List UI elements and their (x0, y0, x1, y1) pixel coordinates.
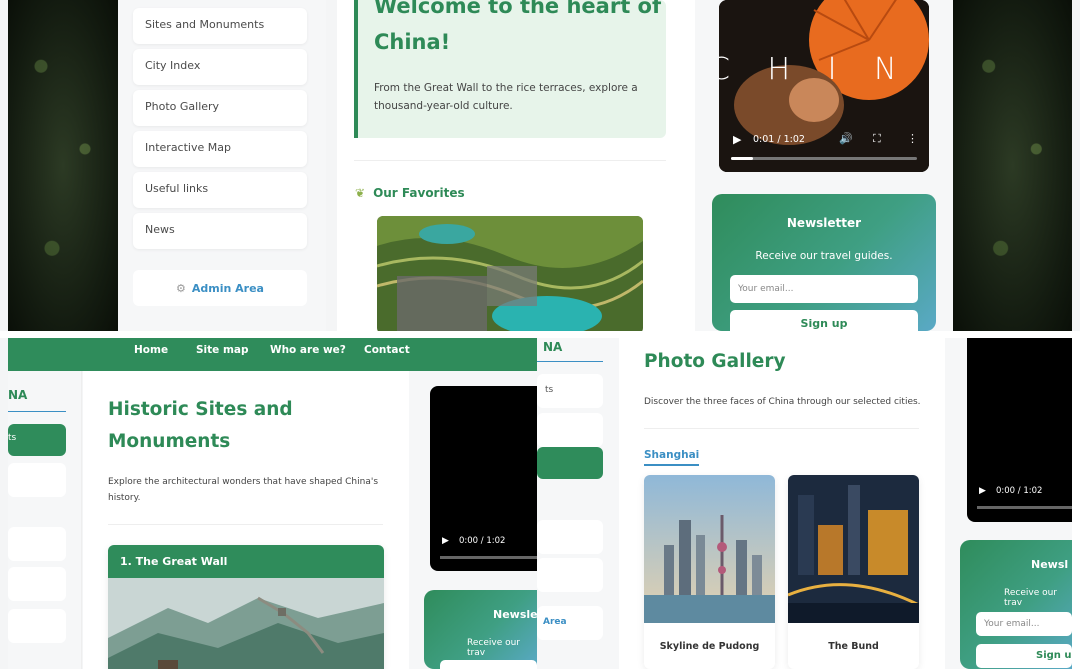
volume-icon[interactable]: 🔊 (839, 132, 853, 145)
admin-area-link[interactable]: Area (537, 606, 603, 640)
historic-sites-panel: Home Site map Who are we? Contact NA ts … (0, 338, 537, 669)
favorites-image-rice-terraces (377, 216, 643, 331)
great-wall-image (108, 578, 384, 669)
nav-who-are-we[interactable]: Who are we? (270, 344, 346, 356)
video-progress-track[interactable] (440, 556, 537, 559)
email-field[interactable]: Your email... (976, 612, 1072, 636)
newsletter-text: Receive our trav (467, 638, 521, 658)
top-navbar: Home Site map Who are we? Contact (8, 338, 537, 371)
newsletter-title: Newslet (493, 608, 537, 621)
main-content: Historic Sites and Monuments Explore the… (83, 371, 409, 669)
photo-caption: The Bund (828, 641, 879, 652)
page-text-line1: Explore the architectural wonders that h… (108, 477, 379, 487)
pudong-skyline-image (644, 475, 775, 623)
fullscreen-icon[interactable]: ⛶ (873, 132, 881, 146)
sidebar-item-news[interactable]: News (133, 213, 307, 249)
newsletter-card: Newsletter Receive our travel guides. Yo… (712, 194, 936, 331)
admin-area-link[interactable]: ⚙ Admin Area (133, 270, 307, 306)
sidebar-item[interactable]: ts (537, 374, 603, 408)
page-title-line2: Monuments (108, 431, 231, 452)
page-text-line2: history. (108, 493, 141, 503)
newsletter-title: Newsl (1031, 558, 1069, 571)
sidebar-item-photo-gallery[interactable]: Photo Gallery (133, 90, 307, 126)
page-title-line1: Historic Sites and (108, 399, 293, 420)
photo-gallery-panel: NA ts Area Photo Gallery Discover the th… (537, 338, 1072, 669)
sidebar-item-sites[interactable]: Sites and Monuments (133, 8, 307, 44)
newsletter-text: Receive our trav (1004, 588, 1058, 608)
sidebar-item[interactable] (537, 520, 603, 554)
nav-home[interactable]: Home (134, 344, 168, 356)
play-icon[interactable]: ▶ (733, 133, 741, 146)
sidebar-item[interactable] (8, 527, 66, 561)
favorites-title: Our Favorites (373, 186, 465, 200)
newsletter-text: Receive our travel guides. (755, 250, 893, 262)
email-field[interactable]: Your email... (730, 275, 918, 303)
hero-box: Welcome to the heart of China! From the … (354, 0, 666, 138)
video-progress-track[interactable] (977, 506, 1072, 509)
sidebar-item[interactable] (537, 558, 603, 592)
divider (108, 524, 383, 525)
gear-icon: ⚙ (176, 281, 186, 295)
tab-shanghai[interactable]: Shanghai (644, 449, 700, 466)
sidebar-item[interactable] (537, 413, 603, 447)
sidebar-item-city-index[interactable]: City Index (133, 49, 307, 85)
hero-title-line2: China! (374, 30, 451, 54)
nav-site-map[interactable]: Site map (196, 344, 249, 356)
nav-contact[interactable]: Contact (364, 344, 410, 356)
main-content: Photo Gallery Discover the three faces o… (619, 338, 945, 669)
play-icon[interactable]: ▶ (442, 536, 449, 546)
sidebar-item[interactable] (8, 463, 66, 497)
video-player[interactable]: ▶ 0:00 / 1:02 (967, 338, 1072, 522)
signup-button[interactable]: Sign up (730, 310, 918, 331)
sidebar-item-useful-links[interactable]: Useful links (133, 172, 307, 208)
page-subtitle: Discover the three faces of China throug… (644, 397, 921, 407)
main-content: Welcome to the heart of China! From the … (337, 0, 695, 331)
sidebar-heading: NA (8, 388, 28, 402)
hero-text-line1: From the Great Wall to the rice terraces… (374, 82, 638, 94)
page-title: Photo Gallery (644, 351, 786, 372)
photo-card[interactable]: Skyline de Pudong (644, 475, 775, 669)
video-time: 0:00 / 1:02 (996, 486, 1043, 496)
site-card: 1. The Great Wall (108, 545, 384, 669)
top-panel: Sites and Monuments City Index Photo Gal… (0, 0, 1080, 331)
sidebar-item-sites-active[interactable]: ts (8, 424, 66, 456)
photo-caption: Skyline de Pudong (659, 641, 760, 652)
video-progress-fill (731, 157, 754, 160)
sidebar: NA ts Area (537, 338, 619, 669)
play-icon[interactable]: ▶ (979, 486, 986, 496)
sidebar-heading-underline (537, 361, 603, 362)
sidebar-item-active[interactable] (537, 447, 603, 479)
newsletter-card: Newslet Receive our trav (424, 590, 537, 669)
the-bund-image (788, 475, 919, 623)
admin-area-label: Admin Area (191, 281, 264, 295)
video-time: 0:00 / 1:02 (459, 536, 506, 546)
sidebar-item[interactable] (8, 567, 66, 601)
hero-text-line2: thousand-year-old culture. (374, 100, 513, 112)
favorites-heading: ❦ Our Favorites (355, 186, 465, 200)
signup-button[interactable]: Sign u (976, 644, 1072, 668)
sidebar-heading: NA (543, 340, 563, 354)
divider (354, 160, 666, 161)
more-options-icon[interactable]: ⋮ (907, 132, 918, 145)
newsletter-title: Newsletter (786, 216, 862, 230)
hero-title-line1: Welcome to the heart of (374, 0, 662, 18)
forest-background-right (953, 0, 1072, 331)
sidebar-item[interactable] (8, 609, 66, 643)
video-player[interactable]: C H I N A ▶ 0:01 / 1:02 🔊 ⛶ ⋮ (719, 0, 929, 172)
sidebar: NA ts (8, 371, 82, 669)
forest-background-left (8, 0, 118, 331)
divider (644, 428, 919, 429)
photo-card[interactable]: The Bund (788, 475, 919, 669)
leaf-icon: ❦ (355, 186, 366, 200)
sidebar-item-interactive-map[interactable]: Interactive Map (133, 131, 307, 167)
video-progress-track[interactable] (731, 157, 917, 160)
video-time: 0:01 / 1:02 (753, 134, 805, 145)
video-overlay-text: C H I N A (719, 52, 929, 87)
sidebar-heading-underline (8, 411, 66, 412)
newsletter-card: Newsl Receive our trav Your email... Sig… (960, 540, 1072, 669)
email-field[interactable] (440, 660, 537, 669)
video-player[interactable]: ▶ 0:00 / 1:02 (430, 386, 537, 571)
site-card-header: 1. The Great Wall (108, 545, 384, 578)
